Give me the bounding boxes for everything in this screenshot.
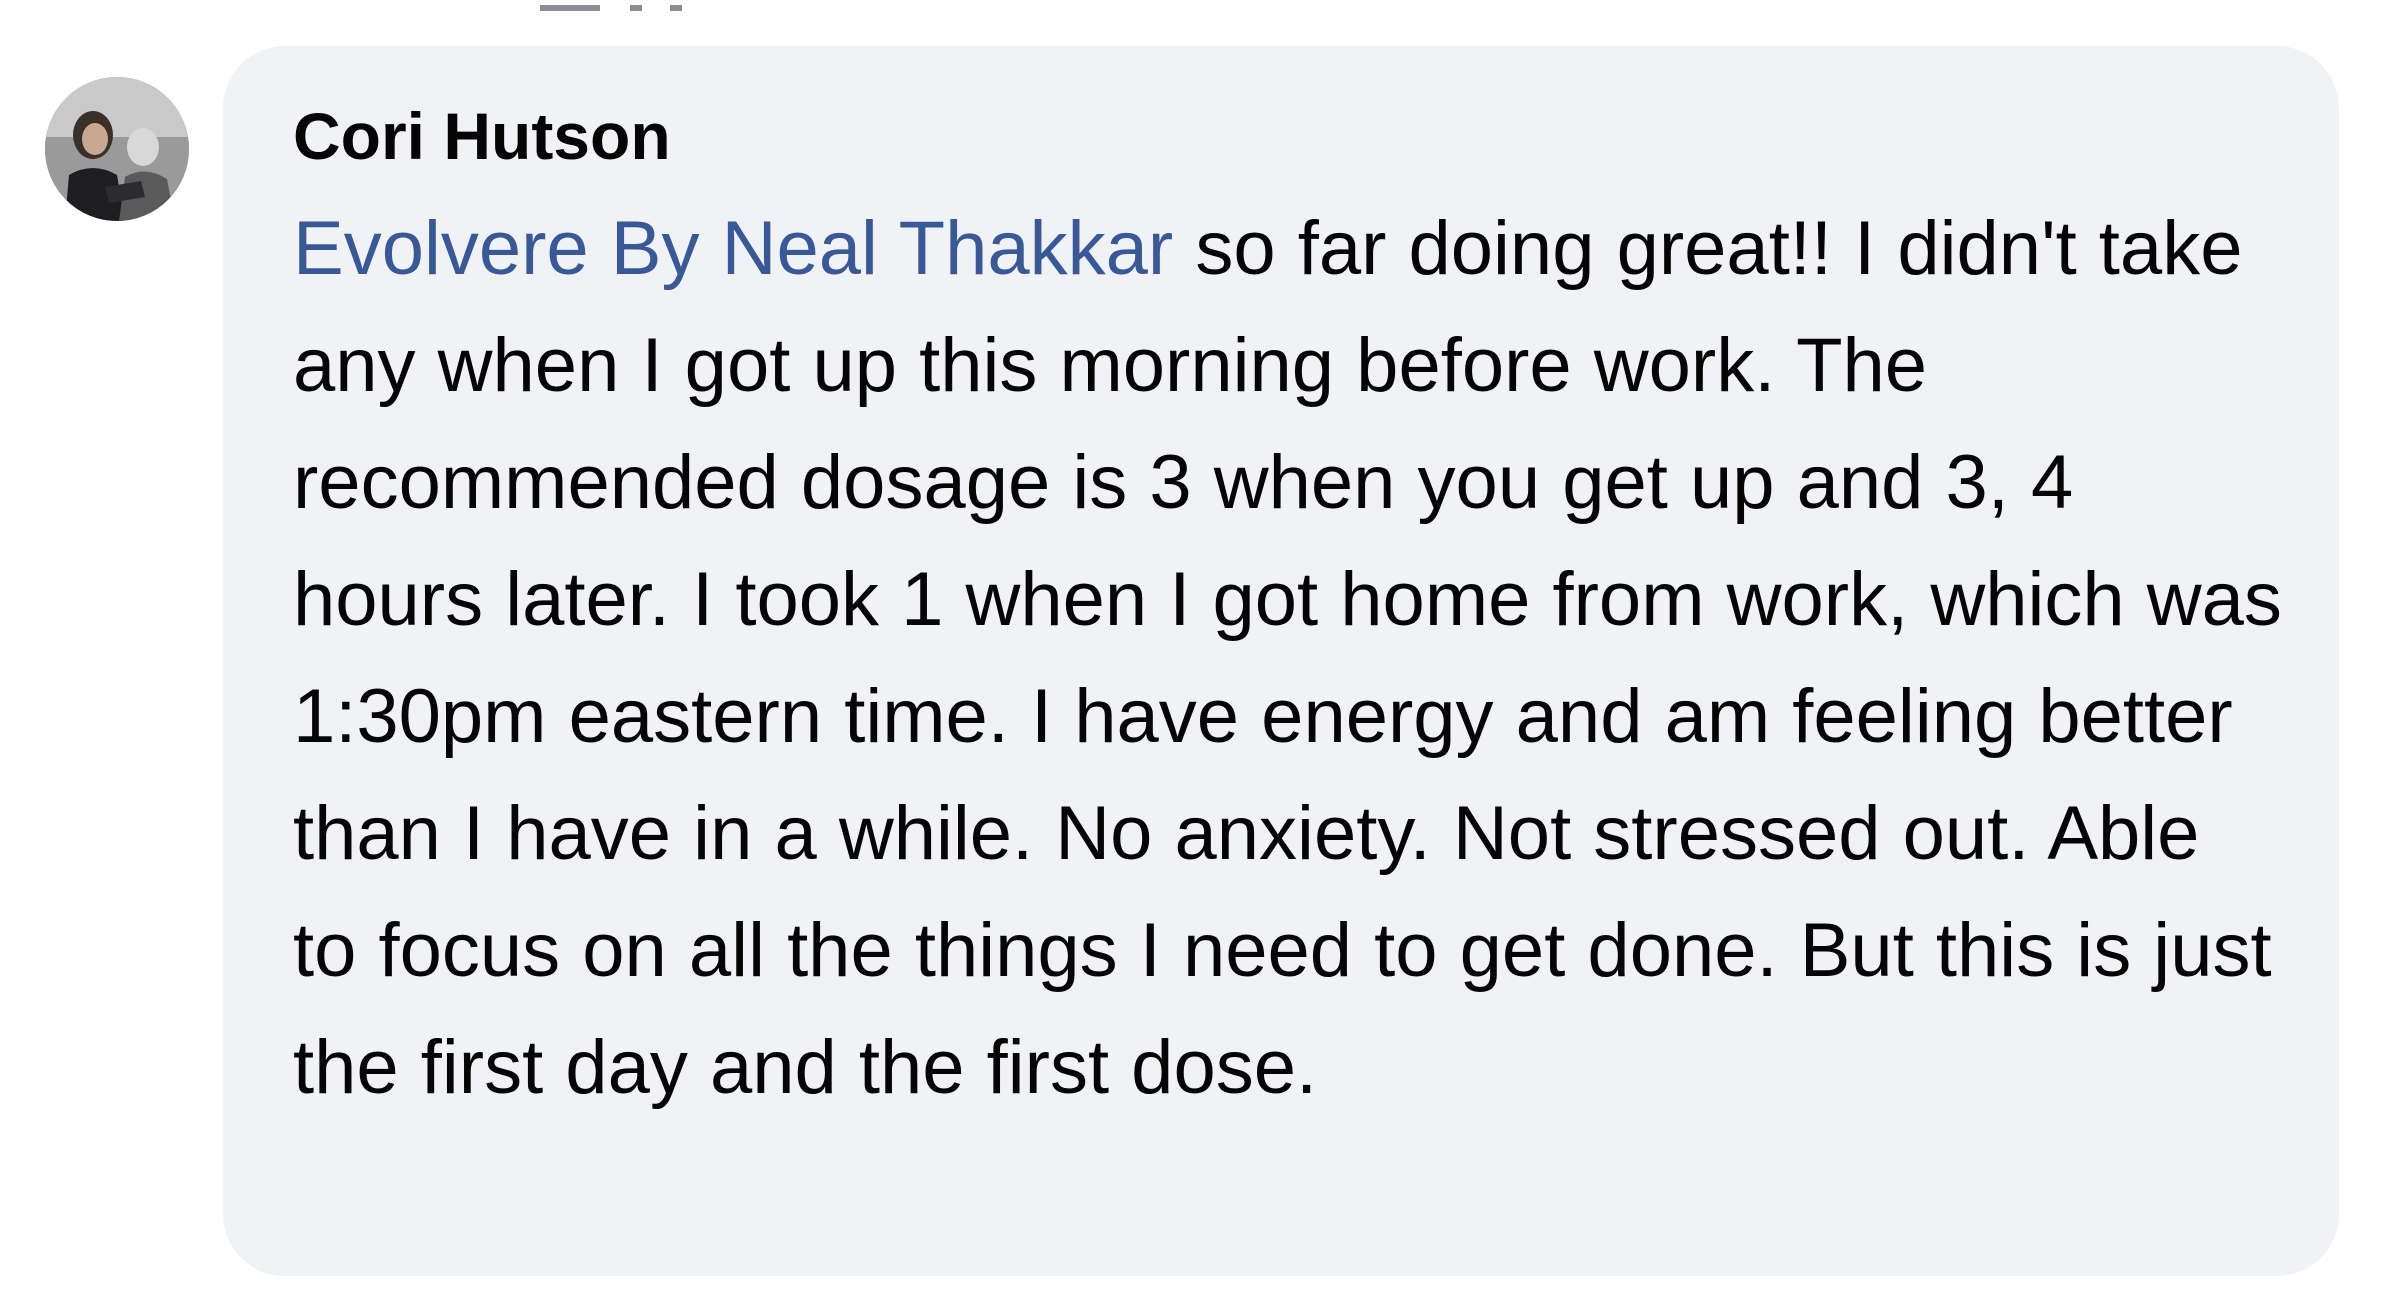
avatar-photo-icon [45, 77, 189, 221]
comment-bubble: Cori Hutson Evolvere By Neal Thakkar so … [223, 46, 2339, 1276]
comment-body: so far doing great!! I didn't take any w… [293, 206, 2282, 1110]
comment-author-name[interactable]: Cori Hutson [293, 96, 2279, 176]
mention-link[interactable]: Evolvere By Neal Thakkar [293, 206, 1173, 291]
author-avatar[interactable] [45, 77, 189, 221]
previous-comment-fragment [540, 0, 720, 11]
comment-text: Evolvere By Neal Thakkar so far doing gr… [293, 190, 2283, 1126]
comment-thread: Cori Hutson Evolvere By Neal Thakkar so … [0, 0, 2400, 1308]
